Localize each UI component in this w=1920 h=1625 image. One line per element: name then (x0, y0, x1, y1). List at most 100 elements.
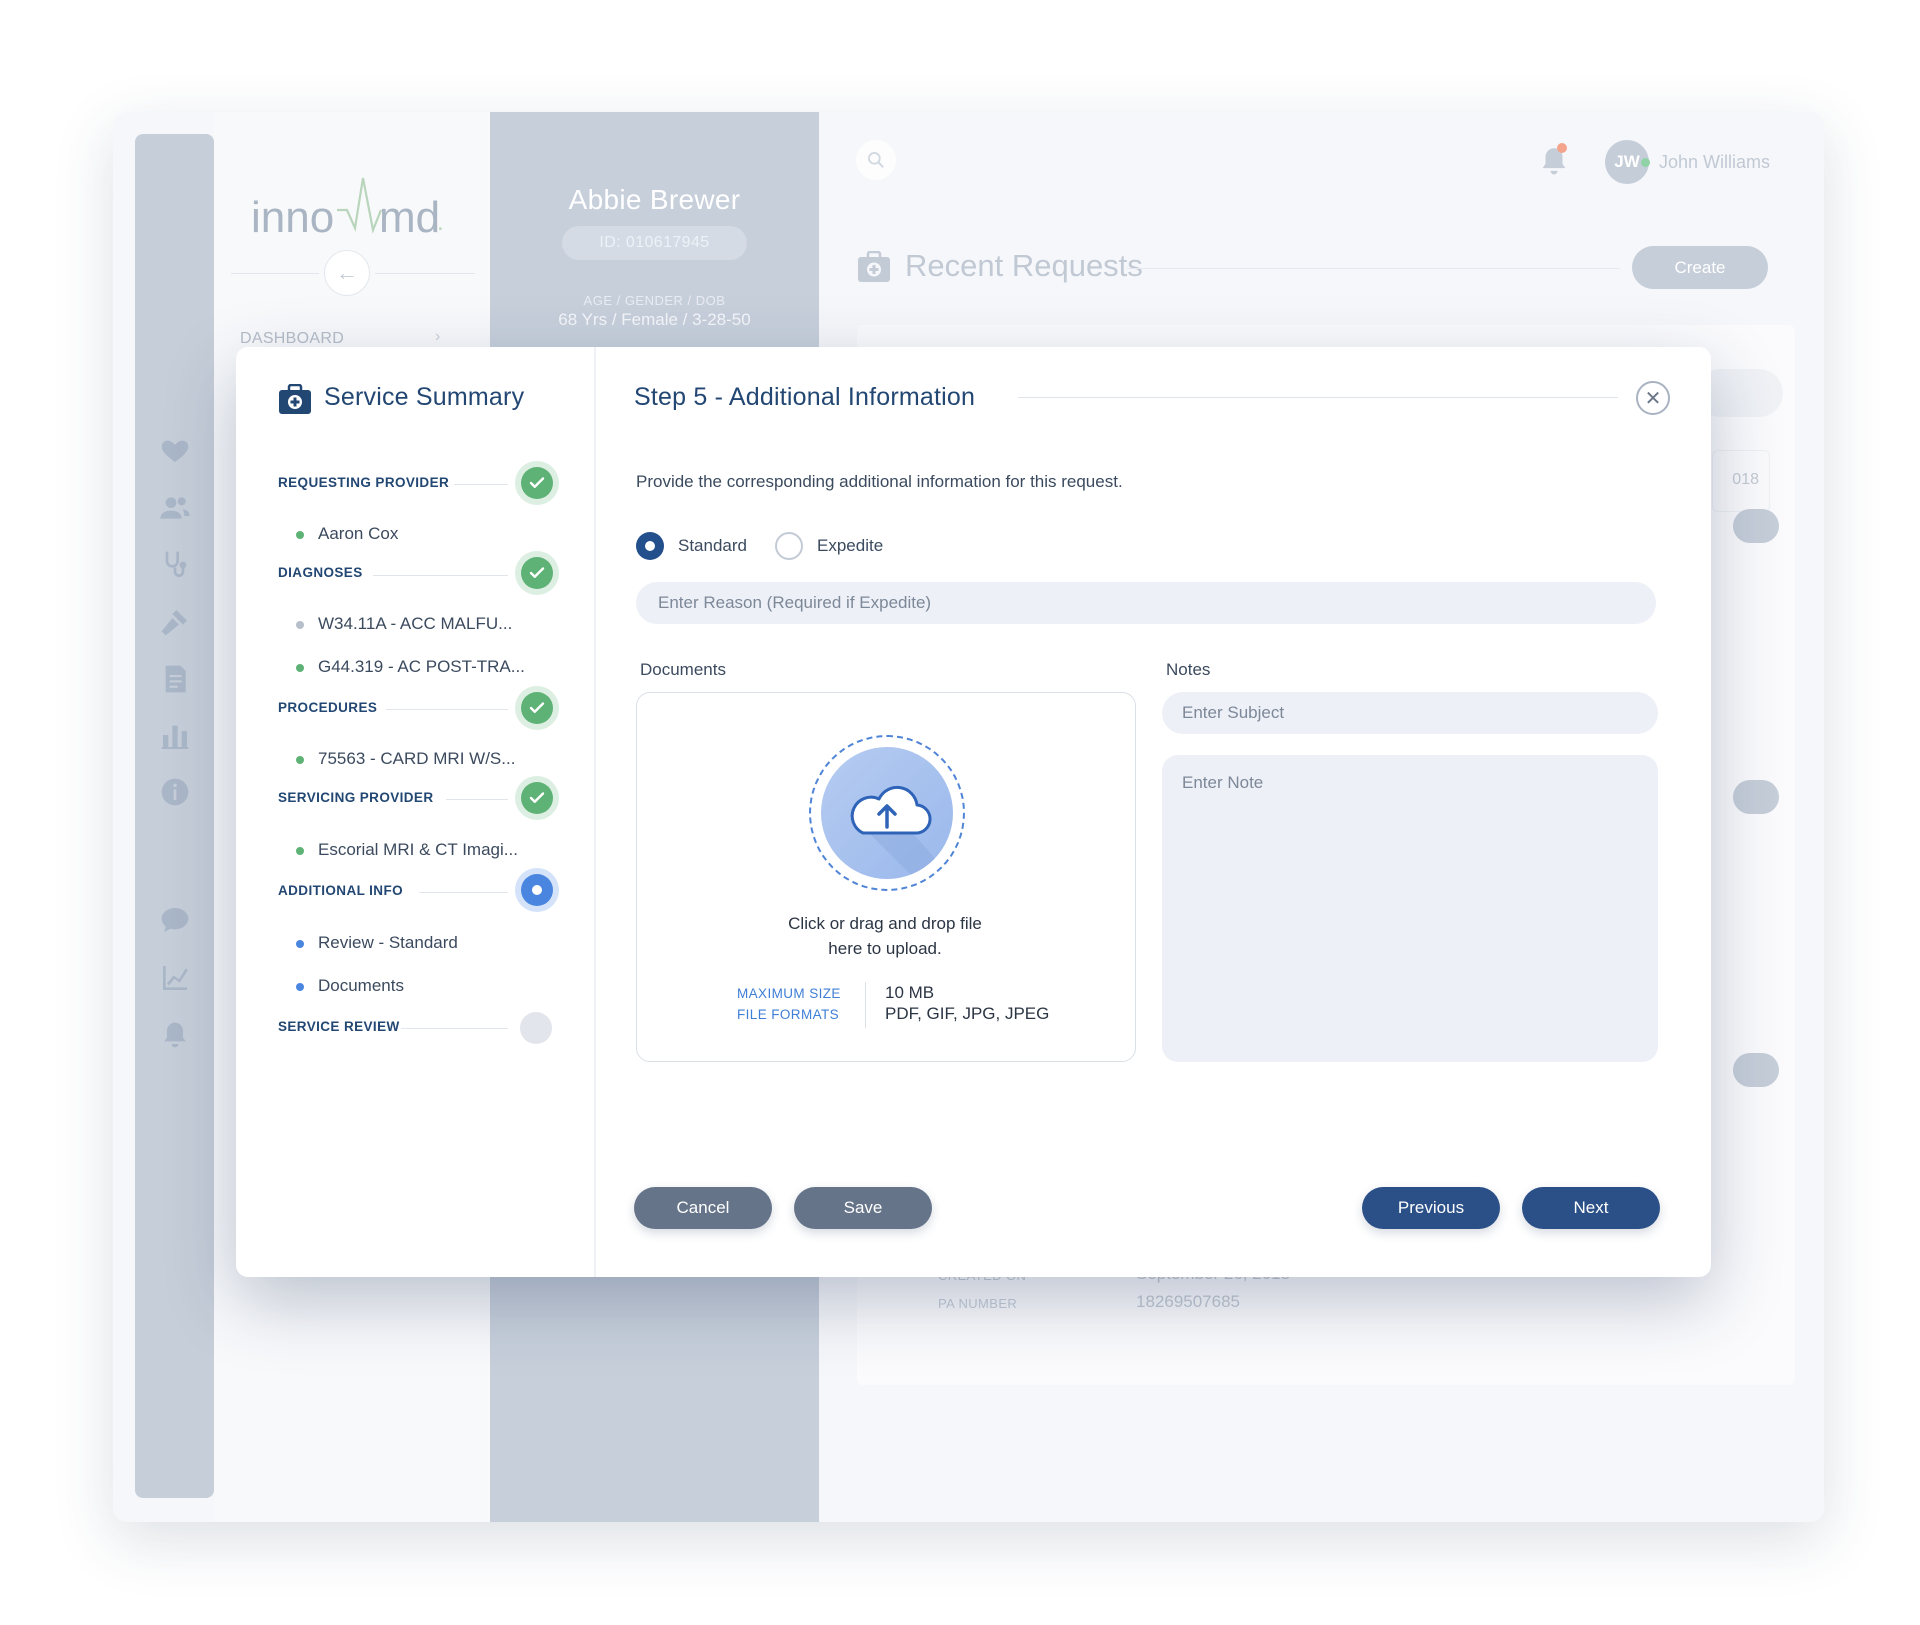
notes-label: Notes (1166, 660, 1211, 679)
document-icon[interactable] (157, 661, 193, 697)
nav-dashboard[interactable]: DASHBOARD (240, 330, 344, 348)
step-label-procedures[interactable]: PROCEDURES (278, 700, 377, 715)
note-textarea[interactable] (1162, 755, 1658, 1062)
divider (1018, 397, 1618, 398)
patient-name: Abbie Brewer (568, 184, 741, 215)
line-chart-icon[interactable] (157, 960, 193, 996)
step-complete-check-icon (515, 551, 559, 595)
radio-standard[interactable]: Standard (636, 532, 747, 560)
step-label-diagnoses[interactable]: DIAGNOSES (278, 565, 363, 580)
divider (375, 273, 475, 274)
chat-icon[interactable] (157, 902, 193, 938)
radio-label[interactable]: Standard (678, 536, 747, 556)
medical-kit-icon (279, 384, 311, 414)
radio-label[interactable]: Expedite (817, 536, 883, 556)
bullet (296, 756, 304, 764)
step-complete-check-icon (515, 686, 559, 730)
divider (446, 799, 508, 800)
users-icon[interactable] (157, 490, 193, 526)
step-title: Step 5 - Additional Information (634, 383, 976, 411)
additional-info-modal: Service Summary REQUESTING PROVIDER Aaro… (236, 347, 1711, 1277)
svg-text:inno: inno (251, 193, 334, 242)
service-summary-panel: Service Summary REQUESTING PROVIDER Aaro… (236, 347, 596, 1277)
service-summary-title: Service Summary (324, 383, 525, 411)
gavel-icon[interactable] (157, 604, 193, 640)
summary-item: G44.319 - AC POST-TRA... (318, 657, 525, 676)
patient-demographics-value: 68 Yrs / Female / 3-28-50 (558, 310, 751, 329)
chevron-right-icon: › (435, 328, 441, 345)
step-label-additional-info[interactable]: ADDITIONAL INFO (278, 883, 403, 898)
step-label-service-review[interactable]: SERVICE REVIEW (278, 1019, 400, 1034)
step-label-servicing-provider[interactable]: SERVICING PROVIDER (278, 790, 433, 805)
cancel-button[interactable]: Cancel (634, 1187, 772, 1229)
radio-selected-icon[interactable] (636, 532, 664, 560)
date-field[interactable]: 018 (1712, 450, 1770, 512)
bullet (296, 940, 304, 948)
row-toggle[interactable] (1733, 780, 1779, 814)
summary-item: Review - Standard (318, 933, 458, 952)
row-toggle[interactable] (1733, 1053, 1779, 1087)
radio-unselected-icon[interactable] (775, 532, 803, 560)
step-pending-indicator-icon (520, 1012, 552, 1044)
step-complete-check-icon (515, 461, 559, 505)
medical-kit-icon (858, 251, 890, 282)
divider (373, 575, 508, 576)
divider (1127, 268, 1620, 269)
back-arrow-icon[interactable]: ← (324, 250, 370, 296)
bell-icon[interactable] (157, 1018, 193, 1054)
summary-item: Documents (318, 976, 404, 995)
file-formats-label: FILE FORMATS (737, 1007, 840, 1022)
user-name[interactable]: John Williams (1659, 152, 1770, 173)
divider (386, 709, 508, 710)
recent-requests-title: Recent Requests (905, 248, 1143, 283)
dropzone-instructions: Click or drag and drop file here to uplo… (637, 911, 1133, 961)
dropzone-line-2: here to upload. (828, 939, 942, 958)
step-intro-text: Provide the corresponding additional inf… (636, 472, 1123, 491)
divider (231, 273, 319, 274)
step-active-indicator-icon (515, 868, 559, 912)
file-formats-value: PDF, GIF, JPG, JPEG (885, 1004, 1050, 1023)
document-dropzone[interactable]: Click or drag and drop file here to uplo… (636, 692, 1136, 1062)
row-toggle[interactable] (1733, 509, 1779, 543)
stethoscope-icon[interactable] (157, 547, 193, 583)
radio-expedite[interactable]: Expedite (775, 532, 883, 560)
dropzone-line-1: Click or drag and drop file (788, 914, 982, 933)
max-size-value: 10 MB (885, 983, 935, 1002)
previous-button[interactable]: Previous (1362, 1187, 1500, 1229)
save-button[interactable]: Save (794, 1187, 932, 1229)
patient-demographics-label: AGE / GENDER / DOB (583, 293, 726, 308)
note-subject-input[interactable] (1162, 692, 1658, 734)
next-button[interactable]: Next (1522, 1187, 1660, 1229)
bullet (296, 531, 304, 539)
divider (865, 982, 866, 1028)
patient-id-badge: ID: 010617945 (562, 226, 747, 260)
innovamd-logo: inno md . (251, 177, 444, 242)
step-label-requesting-provider[interactable]: REQUESTING PROVIDER (278, 475, 449, 490)
bullet (296, 983, 304, 991)
documents-label: Documents (640, 660, 726, 679)
summary-item: 75563 - CARD MRI W/S... (318, 749, 516, 768)
close-icon[interactable]: ✕ (1636, 381, 1670, 415)
step-content: Step 5 - Additional Information ✕ Provid… (598, 347, 1711, 1277)
upload-ring[interactable] (809, 735, 965, 891)
bullet (296, 621, 304, 629)
divider (401, 1028, 508, 1029)
create-button[interactable]: Create (1632, 246, 1768, 289)
online-status-dot (1641, 158, 1650, 167)
divider (454, 484, 508, 485)
info-icon[interactable] (157, 774, 193, 810)
summary-item: W34.11A - ACC MALFU... (318, 614, 513, 633)
step-complete-check-icon (515, 776, 559, 820)
reason-input[interactable] (636, 582, 1656, 624)
search-icon[interactable] (856, 140, 896, 180)
notification-dot (1557, 143, 1567, 153)
bar-chart-icon[interactable] (157, 717, 193, 753)
max-size-label: MAXIMUM SIZE (737, 986, 841, 1001)
svg-text:.: . (437, 209, 444, 236)
heart-pulse-icon[interactable] (157, 432, 193, 468)
summary-item: Aaron Cox (318, 524, 399, 543)
bullet (296, 664, 304, 672)
icon-rail (135, 134, 214, 1498)
pa-number-label: PA NUMBER (938, 1296, 1018, 1311)
cloud-upload-icon[interactable] (821, 747, 953, 879)
